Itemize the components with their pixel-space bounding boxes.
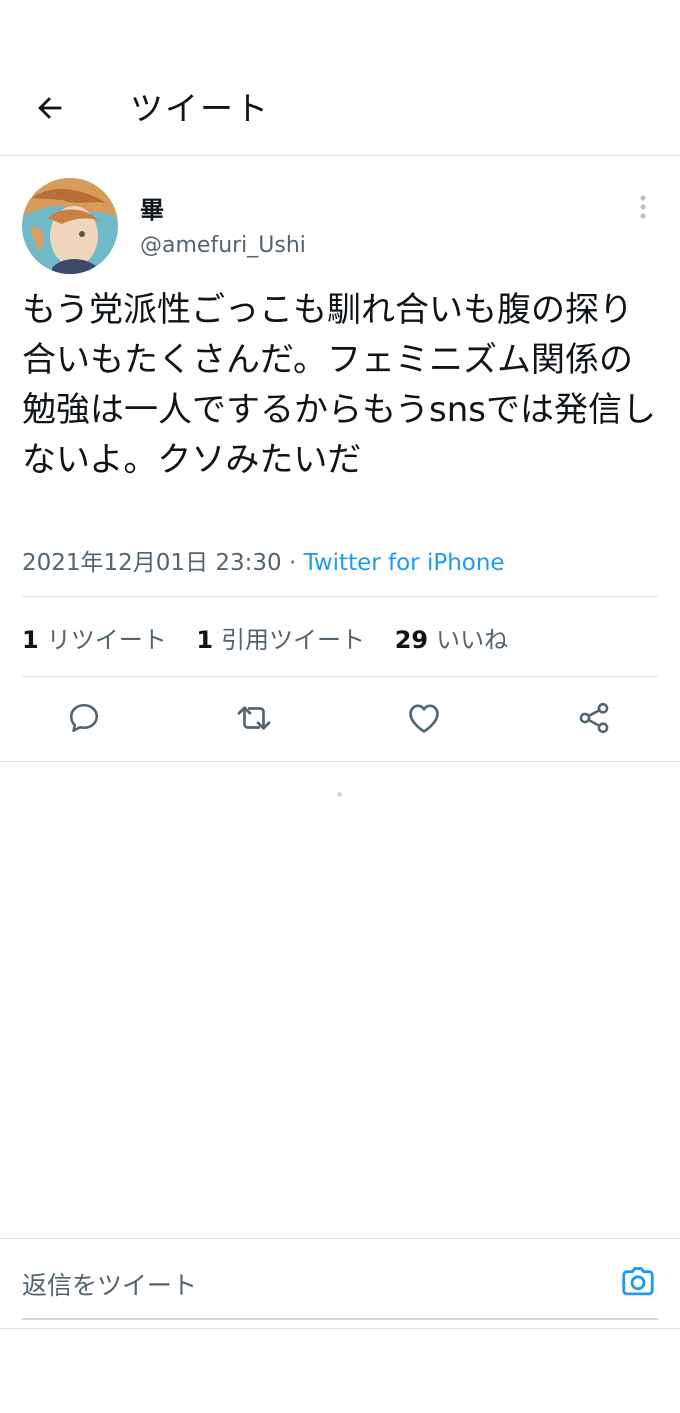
camera-button[interactable] xyxy=(618,1262,658,1302)
share-icon xyxy=(579,702,609,734)
tweet-stats: 1 リツイート 1 引用ツイート 29 いいね xyxy=(22,620,530,655)
tweet-meta: 2021年12月01日 23:30 · Twitter for iPhone xyxy=(22,543,505,577)
top-bar: ツイート xyxy=(0,0,680,156)
reply-input[interactable]: 返信をツイート xyxy=(22,1266,197,1302)
display-name[interactable]: 畢 xyxy=(140,190,164,225)
divider xyxy=(22,676,658,677)
camera-icon xyxy=(622,1267,654,1296)
user-handle[interactable]: @amefuri_Ushi xyxy=(140,233,306,258)
meta-separator: · xyxy=(288,550,297,576)
reply-composer[interactable]: 返信をツイート xyxy=(22,1262,658,1320)
like-button[interactable] xyxy=(404,698,444,738)
heart-icon xyxy=(409,704,439,733)
more-options-button[interactable] xyxy=(628,190,658,224)
page-title: ツイート xyxy=(130,89,270,128)
like-count-stat[interactable]: 29 いいね xyxy=(395,626,508,654)
loading-indicator xyxy=(337,792,342,797)
divider xyxy=(0,1328,680,1329)
reply-icon xyxy=(69,703,99,733)
divider xyxy=(0,761,680,762)
retweet-icon xyxy=(237,706,271,730)
avatar-image xyxy=(22,178,118,274)
arrow-left-icon xyxy=(38,97,62,119)
quote-tweet-count-stat[interactable]: 1 引用ツイート xyxy=(196,626,365,654)
retweet-button[interactable] xyxy=(234,698,274,738)
divider xyxy=(22,596,658,597)
divider xyxy=(0,1238,680,1239)
reply-button[interactable] xyxy=(64,698,104,738)
retweet-count-stat[interactable]: 1 リツイート xyxy=(22,626,167,654)
tweet-timestamp[interactable]: 2021年12月01日 23:30 xyxy=(22,550,282,576)
tweet-source-link[interactable]: Twitter for iPhone xyxy=(304,550,505,576)
share-button[interactable] xyxy=(574,698,614,738)
tweet-text: もう党派性ごっこも馴れ合いも腹の探り合いもたくさんだ。フェミニズム関係の勉強は一… xyxy=(22,290,656,480)
more-vertical-icon xyxy=(640,195,646,219)
back-button[interactable] xyxy=(30,88,70,128)
avatar[interactable] xyxy=(22,178,118,274)
